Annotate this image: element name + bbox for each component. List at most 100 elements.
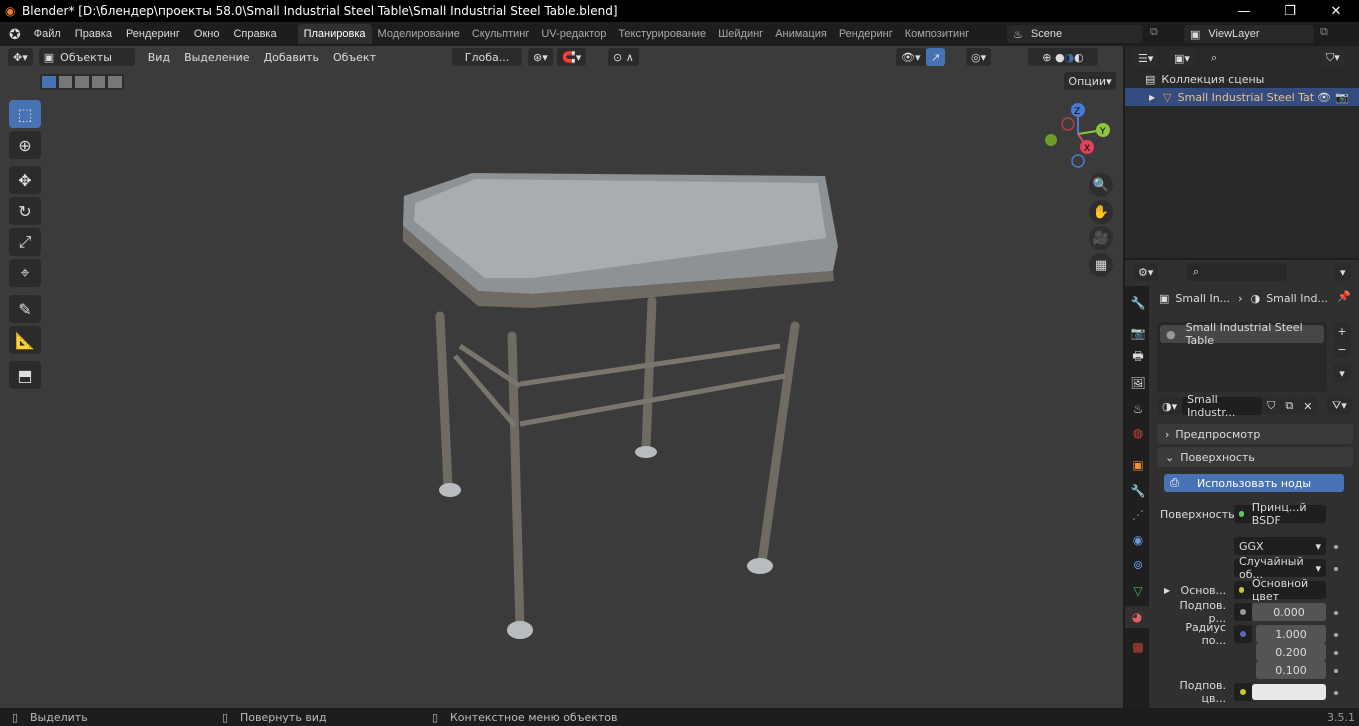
menu-window[interactable]: Окно bbox=[187, 28, 227, 40]
physics-tab-icon[interactable]: ◉ bbox=[1129, 531, 1147, 549]
scene-tab-icon[interactable]: ♨ bbox=[1129, 400, 1147, 418]
zoom-icon[interactable]: 🔍 bbox=[1089, 173, 1113, 197]
keyframe-dot[interactable] bbox=[1334, 669, 1338, 673]
transform-orientation-selector[interactable]: Глоба... bbox=[452, 48, 522, 66]
radius-z-field[interactable]: 0.100 bbox=[1256, 661, 1326, 679]
close-button[interactable]: ✕ bbox=[1313, 0, 1359, 22]
unlink-material-icon[interactable]: ✕ bbox=[1298, 397, 1318, 415]
tab-compositing[interactable]: Композитинг bbox=[899, 24, 976, 44]
subsurface-value[interactable]: 0.000 bbox=[1252, 603, 1326, 621]
base-color-link[interactable]: Основной цвет bbox=[1234, 577, 1327, 603]
radius-y-field[interactable]: 0.200 bbox=[1256, 643, 1326, 661]
modifier-tab-icon[interactable]: 🔧 bbox=[1129, 482, 1147, 500]
socket-icon[interactable] bbox=[1234, 603, 1252, 621]
outliner-object-row[interactable]: ▶ ▽ Small Industrial Steel Tat 👁 📷 bbox=[1125, 88, 1359, 106]
panel-surface[interactable]: ⌄ Поверхность bbox=[1157, 447, 1353, 467]
surface-shader-field[interactable]: Принц...й BSDF bbox=[1234, 501, 1326, 527]
tab-shading[interactable]: Шейдинг bbox=[712, 24, 769, 44]
data-tab-icon[interactable]: ▽ bbox=[1129, 582, 1147, 600]
maximize-button[interactable]: ❐ bbox=[1267, 0, 1313, 22]
socket-icon[interactable] bbox=[1234, 683, 1252, 701]
shading-mode-buttons[interactable]: ⊕ ● ◑ ◐ bbox=[1028, 48, 1098, 66]
tab-animation[interactable]: Анимация bbox=[769, 24, 833, 44]
tab-layout[interactable]: Планировка bbox=[297, 24, 372, 44]
scene-collection-row[interactable]: ▤ Коллекция сцены bbox=[1145, 70, 1264, 88]
view-layer-tab-icon[interactable]: 🖼 bbox=[1129, 374, 1147, 392]
object-tab-icon[interactable]: ▣ bbox=[1129, 456, 1147, 474]
overlay-icon[interactable]: ◎▾ bbox=[966, 48, 992, 66]
menu-render[interactable]: Рендеринг bbox=[119, 28, 187, 40]
keyframe-dot[interactable] bbox=[1334, 611, 1338, 615]
move-tool[interactable]: ✥ bbox=[9, 166, 41, 194]
perspective-grid-icon[interactable]: ▦ bbox=[1089, 253, 1113, 277]
mode-selector[interactable]: ▣ Объекты bbox=[38, 48, 135, 66]
add-slot-button[interactable]: + bbox=[1333, 322, 1351, 340]
filter-icon[interactable]: ⛉▾ bbox=[1321, 49, 1345, 67]
visibility-icon[interactable]: 👁▾ bbox=[896, 48, 926, 66]
annotate-tool[interactable]: ✎ bbox=[9, 295, 41, 323]
remove-slot-button[interactable]: − bbox=[1333, 340, 1351, 358]
material-name-field[interactable]: Small Industr... bbox=[1182, 393, 1263, 419]
proportional-edit-icon[interactable]: ⊙ ∧ bbox=[608, 48, 639, 66]
material-tab-icon[interactable]: ◕ bbox=[1125, 606, 1149, 628]
keyframe-dot[interactable] bbox=[1334, 567, 1338, 571]
texture-tab-icon[interactable]: ▩ bbox=[1129, 638, 1147, 656]
visibility-eye-icon[interactable]: 👁 bbox=[1317, 91, 1331, 104]
menu-add[interactable]: Добавить bbox=[257, 51, 326, 64]
radius-x-field[interactable]: 1.000 bbox=[1256, 625, 1326, 643]
particles-tab-icon[interactable]: ⋰ bbox=[1129, 506, 1147, 524]
tab-uv-editing[interactable]: UV-редактор bbox=[535, 24, 612, 44]
menu-view[interactable]: Вид bbox=[141, 51, 177, 64]
outliner-search-input[interactable]: ⌕ bbox=[1205, 49, 1305, 67]
keyframe-dot[interactable] bbox=[1334, 651, 1338, 655]
distribution-dropdown[interactable]: GGX ▾ bbox=[1234, 537, 1326, 555]
properties-search-input[interactable]: ⌕ bbox=[1187, 263, 1287, 281]
menu-help[interactable]: Справка bbox=[226, 28, 283, 40]
render-camera-icon[interactable]: 📷 bbox=[1335, 91, 1349, 104]
camera-icon[interactable]: 🎥 bbox=[1089, 226, 1113, 250]
socket-icon[interactable] bbox=[1234, 625, 1252, 643]
view-layer-selector[interactable]: ▣ ViewLayer bbox=[1184, 25, 1314, 43]
tab-modeling[interactable]: Моделирование bbox=[372, 24, 466, 44]
menu-select[interactable]: Выделение bbox=[177, 51, 257, 64]
tool-tab-icon[interactable]: 🔧 bbox=[1129, 294, 1147, 312]
3d-viewport[interactable] bbox=[0, 46, 1123, 708]
keyframe-dot[interactable] bbox=[1334, 545, 1338, 549]
options-dropdown[interactable]: Опции ▾ bbox=[1064, 72, 1116, 90]
scale-tool[interactable]: ⤢ bbox=[9, 228, 41, 256]
material-datablock[interactable]: ◑▾ Small Industr... ⛉ ⧉ ✕ bbox=[1157, 393, 1318, 419]
scene-selector[interactable]: ♨ Scene bbox=[1007, 25, 1142, 43]
cursor-tool[interactable]: ⊕ bbox=[9, 131, 41, 159]
snap-icon[interactable]: 🧲▾ bbox=[557, 48, 587, 66]
pivot-point-icon[interactable]: ⊛▾ bbox=[528, 48, 553, 66]
panel-preview[interactable]: › Предпросмотр bbox=[1157, 424, 1353, 444]
subsurface-method-dropdown[interactable]: Случайный об... ▾ bbox=[1234, 555, 1326, 581]
pin-icon[interactable]: 📌 bbox=[1337, 290, 1351, 303]
tab-rendering[interactable]: Рендеринг bbox=[833, 24, 899, 44]
fake-user-icon[interactable]: ⛉ bbox=[1262, 397, 1281, 415]
tab-sculpting[interactable]: Скульптинг bbox=[466, 24, 536, 44]
select-box-tool[interactable]: ⬚ bbox=[9, 100, 41, 128]
pan-hand-icon[interactable]: ✋ bbox=[1089, 200, 1113, 224]
selection-mode-buttons[interactable] bbox=[40, 74, 124, 90]
blender-menu-icon[interactable]: ✪ bbox=[9, 26, 21, 43]
properties-editor-type-icon[interactable]: ⚙▾ bbox=[1133, 263, 1159, 281]
new-scene-icon[interactable]: ⧉ bbox=[1150, 26, 1158, 39]
constraints-tab-icon[interactable]: ⊚ bbox=[1129, 556, 1147, 574]
measure-tool[interactable]: 📐 bbox=[9, 326, 41, 354]
expand-arrow-icon[interactable]: ▶ bbox=[1164, 586, 1170, 595]
editor-type-button[interactable]: ✥▾ bbox=[8, 48, 33, 66]
display-mode-icon[interactable]: ☰▾ bbox=[1133, 49, 1159, 67]
transform-tool[interactable]: ⌖ bbox=[9, 259, 41, 287]
collapse-icon[interactable]: ▾ bbox=[1335, 263, 1351, 281]
world-tab-icon[interactable]: ◍ bbox=[1129, 424, 1147, 442]
tab-texture-paint[interactable]: Текстурирование bbox=[612, 24, 712, 44]
rotate-tool[interactable]: ↻ bbox=[9, 197, 41, 225]
menu-file[interactable]: Файл bbox=[27, 28, 68, 40]
view-layer-filter-icon[interactable]: ▣▾ bbox=[1169, 49, 1195, 67]
expand-arrow-icon[interactable]: ▶ bbox=[1149, 93, 1155, 102]
new-view-layer-icon[interactable]: ⧉ bbox=[1320, 26, 1328, 39]
node-browse-icon[interactable]: ⛛▾ bbox=[1327, 397, 1352, 415]
material-browse-icon[interactable]: ◑▾ bbox=[1157, 397, 1183, 415]
keyframe-dot[interactable] bbox=[1334, 691, 1338, 695]
